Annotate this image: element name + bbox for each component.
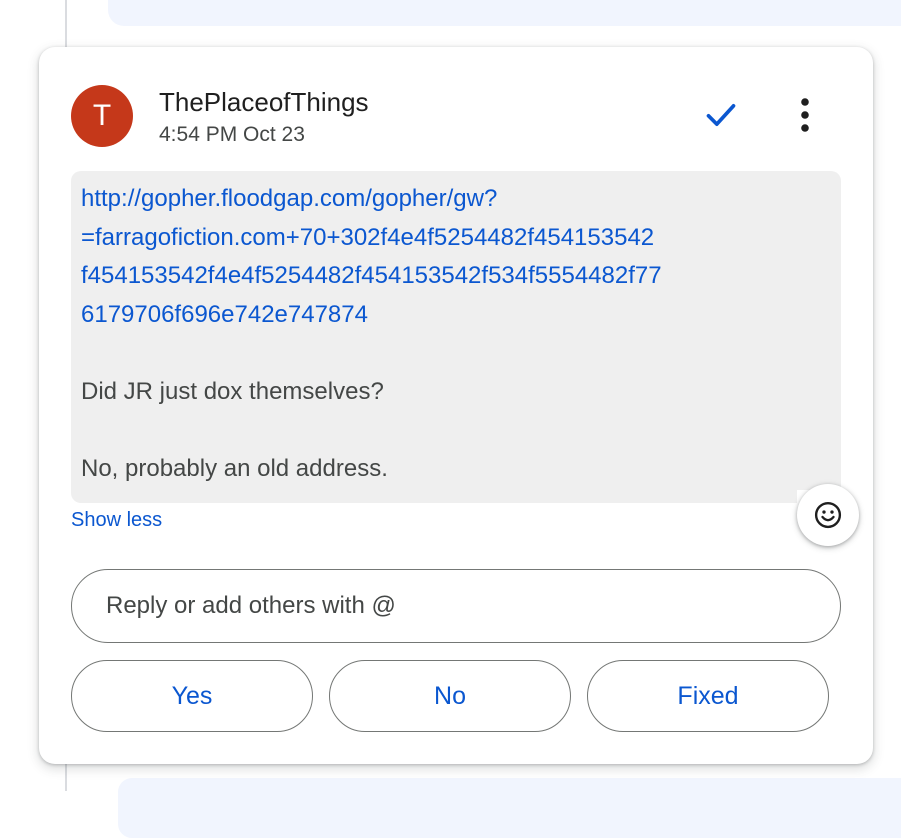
comment-text-line: Did JR just dox themselves? [81, 377, 384, 405]
quick-reply-no-button[interactable]: No [329, 660, 571, 732]
avatar: T [71, 85, 133, 147]
comment-link[interactable]: http://gopher.floodgap.com/gopher/gw? =f… [81, 180, 831, 334]
reply-input[interactable] [71, 569, 841, 643]
resolve-button[interactable] [697, 91, 745, 139]
quick-reply-yes-button[interactable]: Yes [71, 660, 313, 732]
previous-comment-card [108, 0, 901, 26]
more-vert-icon [801, 98, 809, 132]
show-less-link[interactable]: Show less [71, 509, 162, 532]
author-name: ThePlaceofThings [159, 87, 369, 117]
add-reaction-button[interactable] [797, 484, 859, 546]
comment-body: http://gopher.floodgap.com/gopher/gw? =f… [71, 171, 841, 503]
next-comment-card [118, 778, 901, 838]
add-reaction-circle[interactable] [797, 484, 859, 546]
comment-thread-card: T ThePlaceofThings 4:54 PM Oct 23 http:/… [39, 47, 873, 764]
more-options-button[interactable] [781, 91, 829, 139]
comment-timestamp: 4:54 PM Oct 23 [159, 123, 305, 146]
emoji-smile-icon [814, 501, 842, 529]
comment-text-line: No, probably an old address. [81, 454, 388, 482]
quick-reply-fixed-button[interactable]: Fixed [587, 660, 829, 732]
check-icon [706, 104, 736, 126]
